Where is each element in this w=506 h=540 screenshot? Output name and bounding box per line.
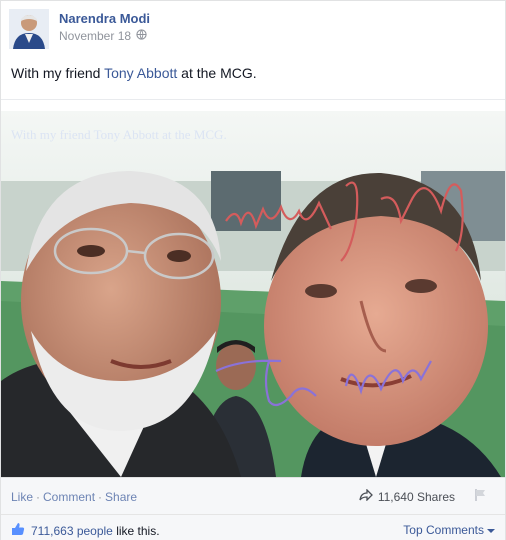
caption-prefix: With my friend bbox=[11, 65, 105, 81]
likes-summary: 711,663 people like this. bbox=[11, 522, 160, 539]
faded-caption-watermark: With my friend Tony Abbott at the MCG. bbox=[11, 127, 227, 142]
header-divider bbox=[1, 99, 505, 100]
separator: · bbox=[36, 490, 41, 504]
shares-count[interactable]: 11,640 Shares bbox=[359, 488, 455, 504]
post-footer: Like · Comment · Share 11,640 Shares 711,663… bbox=[1, 477, 505, 540]
author-avatar[interactable] bbox=[9, 9, 49, 49]
share-link[interactable]: Share bbox=[105, 490, 137, 504]
flag-icon[interactable] bbox=[473, 488, 487, 507]
likes-count[interactable]: 711,663 people bbox=[31, 524, 113, 538]
thumbs-up-icon bbox=[11, 522, 25, 539]
post-meta: November 18 bbox=[59, 29, 147, 43]
action-bar: Like · Comment · Share bbox=[11, 490, 137, 504]
post-caption: With my friend Tony Abbott at the MCG. bbox=[11, 65, 257, 81]
dropdown-arrow-icon bbox=[487, 523, 495, 537]
footer-divider bbox=[1, 514, 505, 515]
separator: · bbox=[98, 490, 103, 504]
comment-link[interactable]: Comment bbox=[43, 490, 95, 504]
shares-count-text: 11,640 Shares bbox=[377, 489, 455, 504]
like-link[interactable]: Like bbox=[11, 490, 33, 504]
tagged-person-link[interactable]: Tony Abbott bbox=[104, 65, 177, 81]
post-card: Narendra Modi November 18 With my friend… bbox=[0, 0, 506, 540]
globe-icon[interactable] bbox=[136, 29, 147, 43]
caption-suffix: at the MCG. bbox=[177, 65, 257, 81]
post-date[interactable]: November 18 bbox=[59, 29, 131, 43]
top-comments-label: Top Comments bbox=[403, 523, 484, 537]
post-photo[interactable]: With my friend Tony Abbott at the MCG. bbox=[1, 111, 505, 477]
share-arrow-icon bbox=[359, 488, 373, 504]
likes-suffix: like this. bbox=[112, 523, 160, 538]
author-name[interactable]: Narendra Modi bbox=[59, 11, 150, 26]
top-comments-dropdown[interactable]: Top Comments bbox=[403, 523, 495, 537]
